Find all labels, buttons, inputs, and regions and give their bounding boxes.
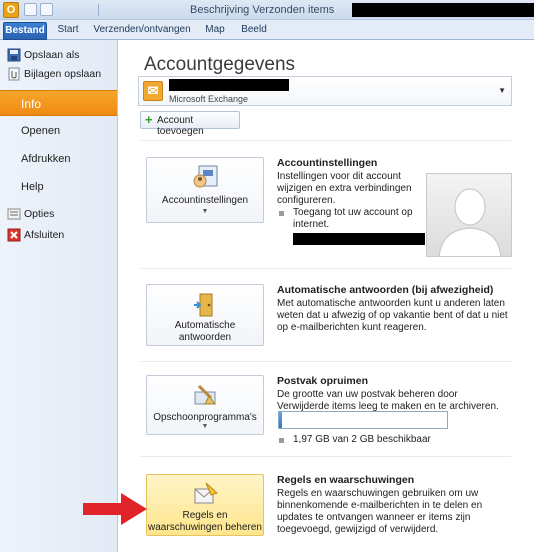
- chevron-down-icon[interactable]: ▼: [498, 86, 506, 95]
- redacted-webmail-link[interactable]: [293, 233, 425, 245]
- cleanup-tools-button[interactable]: Opschoonprogramma's ▼: [146, 375, 264, 435]
- section-title-rules-alerts: Regels en waarschuwingen: [277, 474, 415, 486]
- exit-icon: [7, 228, 21, 242]
- door-icon: [191, 291, 219, 319]
- page-title: Accountgegevens: [144, 54, 296, 75]
- backstage-nav: Opslaan als Bijlagen opslaan Info Openen…: [0, 40, 118, 552]
- section-title-account-settings: Accountinstellingen: [277, 157, 378, 169]
- avatar: [426, 173, 512, 257]
- tab-bestand[interactable]: Bestand: [3, 22, 47, 40]
- qat-divider: [98, 4, 99, 16]
- add-account-button[interactable]: + Account toevoegen: [140, 111, 240, 137]
- undo-icon[interactable]: [40, 3, 53, 16]
- account-type: Microsoft Exchange: [169, 94, 249, 104]
- nav-item-opties[interactable]: Opties: [0, 205, 117, 224]
- account-info-panel: Accountgegevens ✉ Microsoft Exchange ▼ +…: [119, 40, 534, 552]
- attachment-icon: [7, 67, 21, 81]
- redacted-title: [352, 3, 534, 17]
- divider: [141, 140, 511, 141]
- tab-verzenden-ontvangen[interactable]: Verzenden/ontvangen: [88, 22, 196, 40]
- section-text-mailbox-cleanup: De grootte van uw postvak beheren door V…: [277, 389, 499, 412]
- internet-access-text: Toegang tot uw account op internet.: [293, 207, 413, 230]
- nav-item-opslaan-als[interactable]: Opslaan als: [0, 46, 117, 65]
- section-title-mailbox-cleanup: Postvak opruimen: [277, 375, 369, 387]
- manage-rules-alerts-button[interactable]: Regels en waarschuwingen beheren: [146, 474, 264, 536]
- tab-beeld[interactable]: Beeld: [235, 22, 273, 40]
- nav-item-help[interactable]: Help: [0, 178, 117, 200]
- title-bar: O Beschrijving Verzonden items: [0, 0, 534, 20]
- mailbox-usage-fill: [279, 412, 282, 428]
- chevron-down-icon: ▼: [201, 208, 209, 215]
- mailbox-usage-bar: [278, 411, 448, 429]
- exchange-icon: ✉: [143, 81, 163, 101]
- rules-alerts-icon: [191, 481, 219, 509]
- account-settings-button[interactable]: Accountinstellingen ▼: [146, 157, 264, 223]
- nav-item-info[interactable]: Info: [0, 90, 117, 116]
- bullet-icon: [279, 211, 284, 216]
- section-text-account-settings: Instellingen voor dit account wijzigen e…: [277, 171, 412, 206]
- tab-map[interactable]: Map: [200, 22, 230, 40]
- window-title-fragment: Beschrijving Verzonden items: [190, 4, 335, 16]
- bullet-icon: [279, 438, 284, 443]
- section-text-rules-alerts: Regels en waarschuwingen gebruiken om uw…: [277, 488, 483, 535]
- divider: [141, 456, 511, 457]
- account-selector[interactable]: ✉ Microsoft Exchange ▼: [138, 76, 512, 106]
- divider: [141, 361, 511, 362]
- automatic-replies-button[interactable]: Automatische antwoorden: [146, 284, 264, 346]
- options-icon: [7, 207, 21, 221]
- nav-item-openen[interactable]: Openen: [0, 122, 117, 144]
- mailbox-usage-text: 1,97 GB van 2 GB beschikbaar: [293, 434, 431, 445]
- tab-start[interactable]: Start: [52, 22, 84, 40]
- save-icon: [7, 48, 21, 62]
- section-title-automatic-replies: Automatische antwoorden (bij afwezigheid…: [277, 284, 494, 296]
- outlook-icon[interactable]: O: [3, 2, 19, 18]
- divider: [141, 268, 511, 269]
- red-arrow-icon: [83, 493, 147, 525]
- nav-item-afsluiten[interactable]: Afsluiten: [0, 226, 117, 245]
- nav-item-bijlagen-opslaan[interactable]: Bijlagen opslaan: [0, 65, 117, 84]
- section-text-automatic-replies: Met automatische antwoorden kunt u ander…: [277, 298, 508, 333]
- chevron-down-icon: ▼: [201, 423, 209, 430]
- plus-icon: +: [145, 112, 153, 127]
- cleanup-icon: [191, 382, 219, 410]
- send-receive-icon[interactable]: [24, 3, 37, 16]
- nav-item-afdrukken[interactable]: Afdrukken: [0, 150, 117, 172]
- ribbon-tab-bar: Bestand Start Verzenden/ontvangen Map Be…: [0, 20, 534, 40]
- redacted-account-name: [169, 79, 289, 91]
- account-settings-icon: [191, 164, 219, 192]
